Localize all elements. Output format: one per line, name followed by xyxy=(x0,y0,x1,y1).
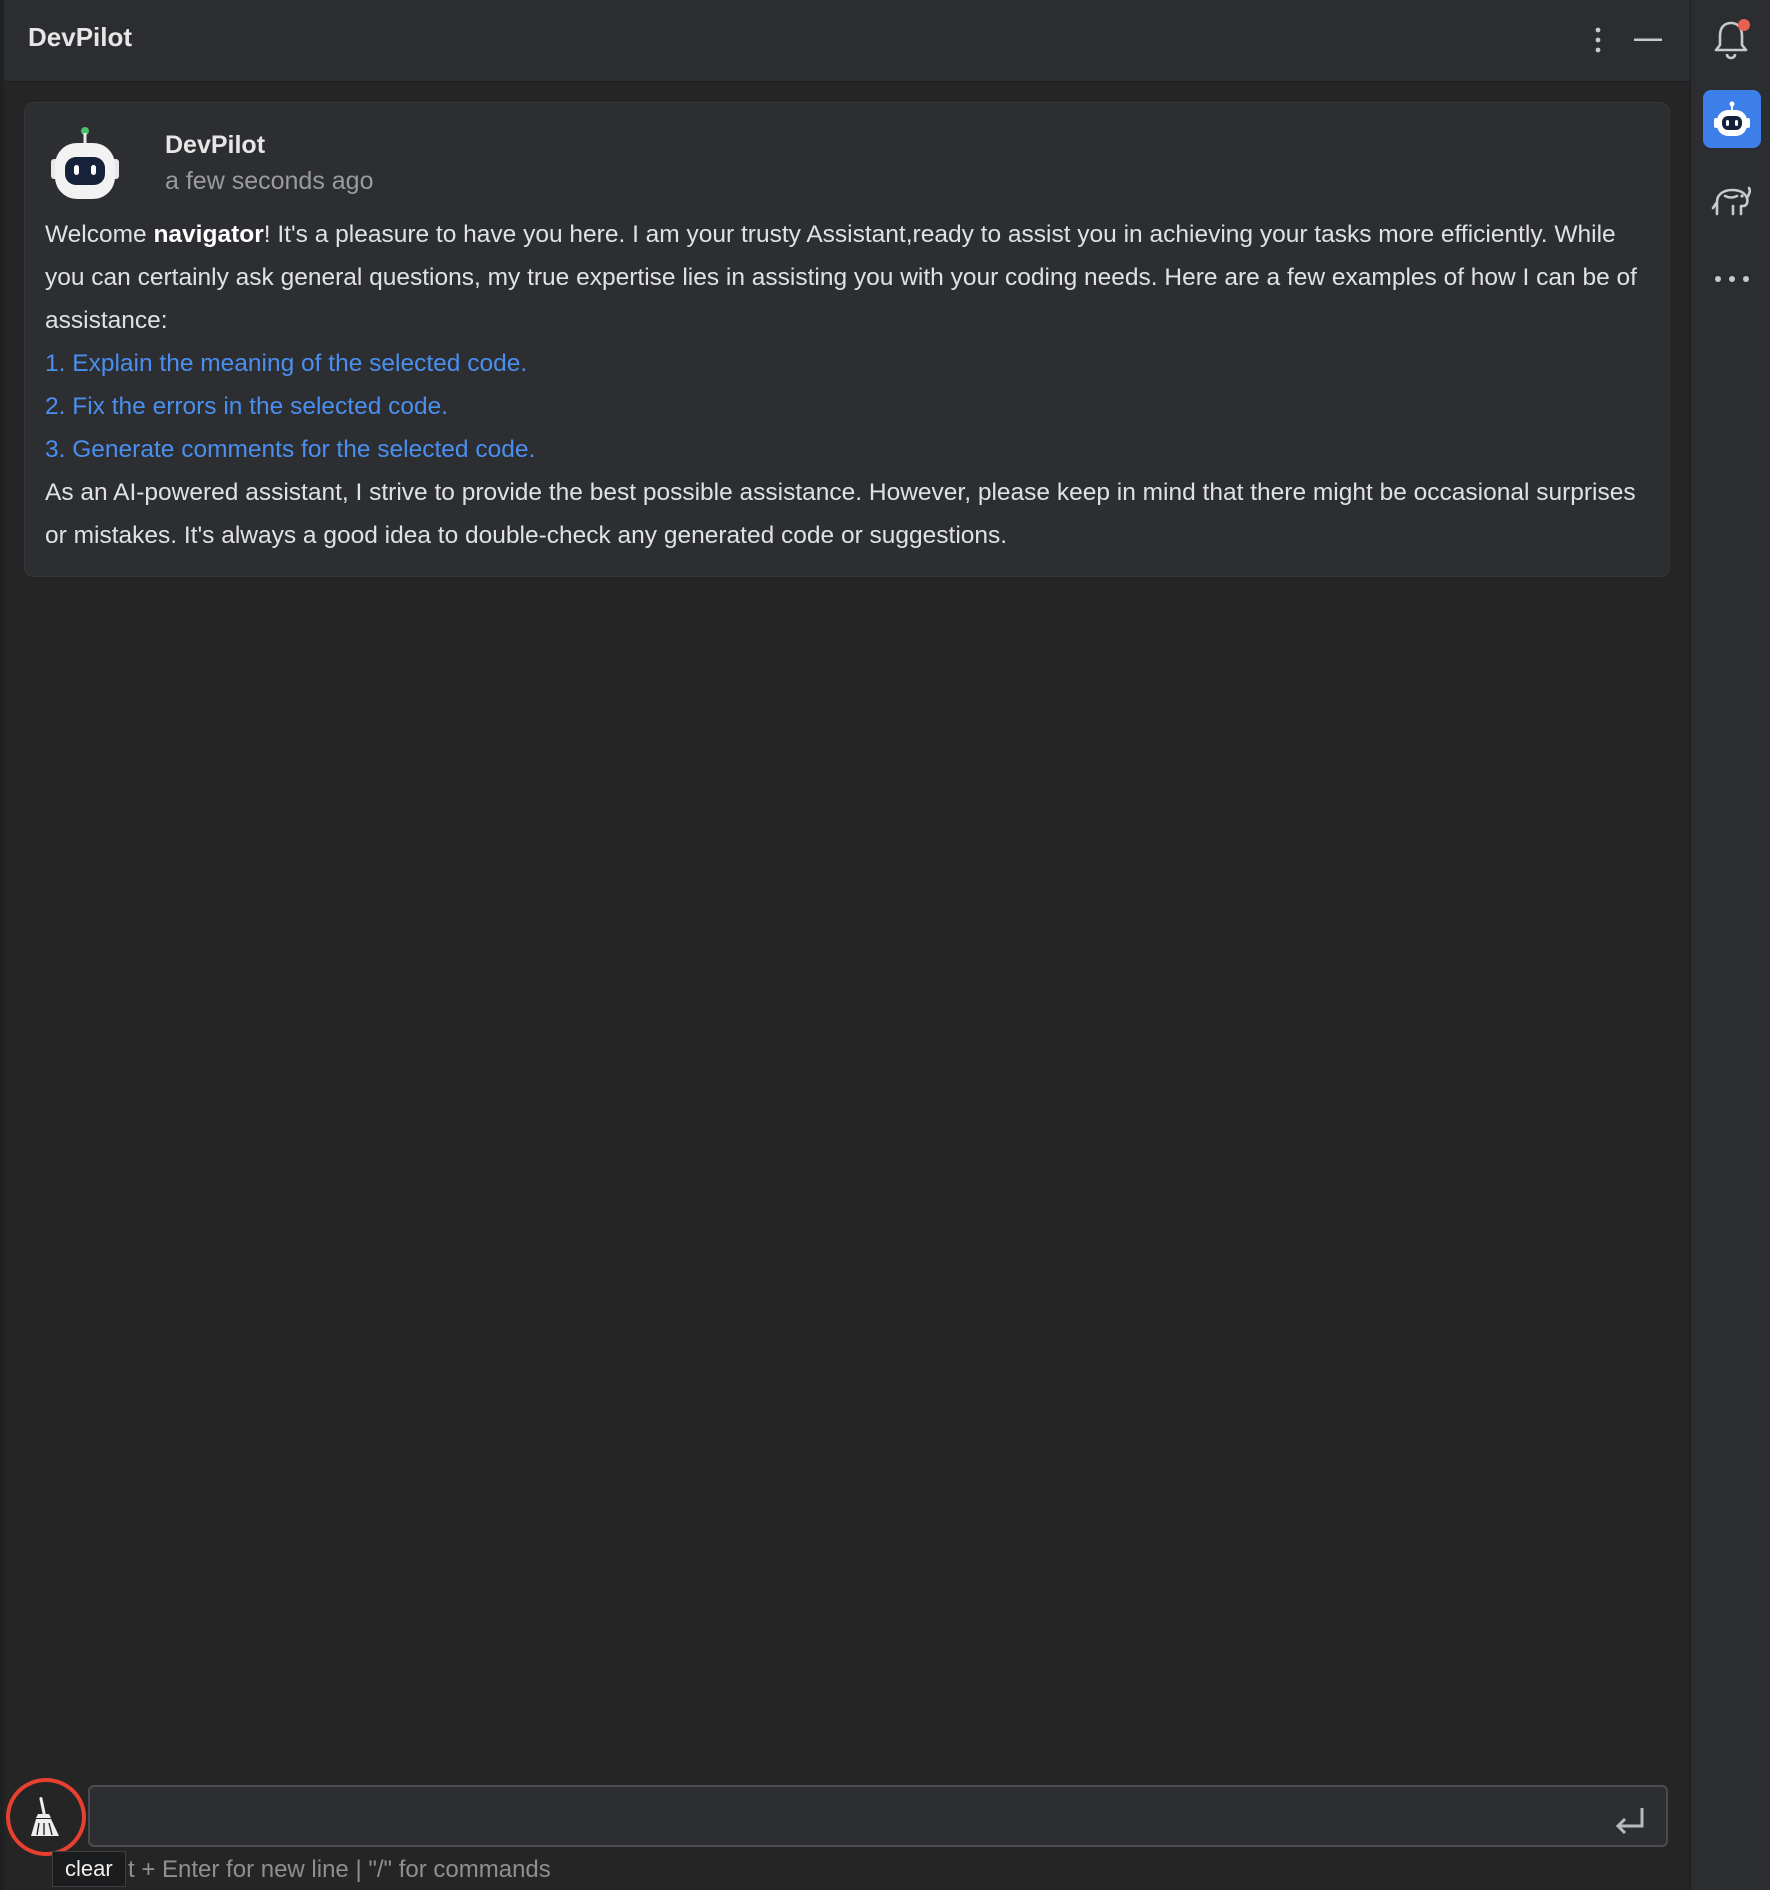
tool-window-header: DevPilot xyxy=(4,0,1690,82)
message-body: Welcome navigator! It's a pleasure to ha… xyxy=(45,213,1655,557)
message-timestamp: a few seconds ago xyxy=(165,167,374,195)
clear-chat-button[interactable] xyxy=(6,1778,86,1856)
notifications-button[interactable] xyxy=(1703,10,1761,68)
elephant-icon xyxy=(1711,186,1752,216)
notifications-icon xyxy=(1714,19,1750,60)
chat-input[interactable] xyxy=(88,1785,1668,1847)
welcome-prefix: Welcome xyxy=(45,221,154,248)
more-options-button[interactable] xyxy=(1578,20,1618,60)
minimize-icon xyxy=(1634,38,1662,41)
more-horizontal-icon xyxy=(1715,276,1749,282)
send-enter-icon[interactable] xyxy=(1610,1800,1650,1840)
devpilot-toolwindow-button[interactable] xyxy=(1703,90,1761,148)
more-toolwindows-button[interactable] xyxy=(1703,250,1761,308)
example-fix-errors[interactable]: 2. Fix the errors in the selected code. xyxy=(45,385,1655,428)
vertical-ellipsis-icon xyxy=(1595,27,1601,53)
database-toolwindow-button[interactable] xyxy=(1703,172,1761,230)
example-generate-comments[interactable]: 3. Generate comments for the selected co… xyxy=(45,428,1655,471)
devpilot-robot-icon xyxy=(1714,101,1750,136)
message-sender: DevPilot xyxy=(165,131,266,159)
example-explain-code[interactable]: 1. Explain the meaning of the selected c… xyxy=(45,342,1655,385)
welcome-text: ! It's a pleasure to have you here. I am… xyxy=(45,221,1637,334)
minimize-button[interactable] xyxy=(1628,20,1668,60)
chat-panel: DevPilot DevPilot a few seconds ago Welc… xyxy=(4,0,1690,1890)
devpilot-window: DevPilot DevPilot a few seconds ago Welc… xyxy=(0,0,1770,1890)
tool-window-title: DevPilot xyxy=(28,22,133,52)
broom-icon xyxy=(31,1797,59,1836)
clear-tooltip: clear xyxy=(52,1851,126,1887)
assistant-message-card: DevPilot a few seconds ago Welcome navig… xyxy=(24,102,1670,577)
disclaimer-paragraph: As an AI-powered assistant, I strive to … xyxy=(45,479,1636,549)
welcome-paragraph: Welcome navigator! It's a pleasure to ha… xyxy=(45,213,1655,342)
right-toolbar xyxy=(1690,0,1770,1890)
input-hint: t + Enter for new line | "/" for command… xyxy=(128,1856,551,1883)
username: navigator xyxy=(153,221,264,248)
devpilot-avatar-icon xyxy=(51,127,119,199)
